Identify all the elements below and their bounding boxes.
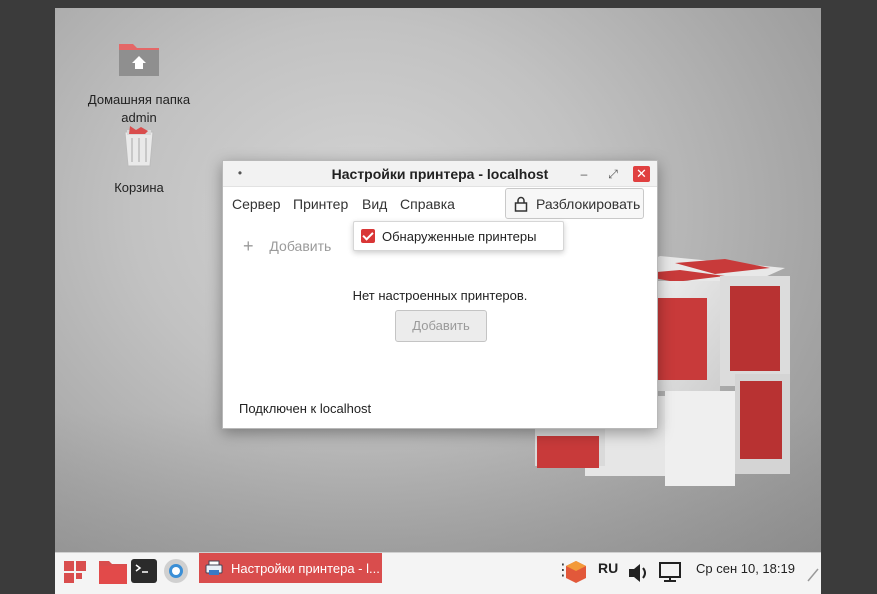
home-icon-label: Домашняя папка <box>87 92 191 107</box>
taskbar-printer-settings[interactable]: Настройки принтера - l... <box>199 553 382 583</box>
view-menu-dropdown: Обнаруженные принтеры <box>353 221 564 251</box>
menubar: Сервер Принтер Вид Справка Разблокироват… <box>223 187 657 221</box>
minimize-icon[interactable]: – <box>575 165 593 183</box>
volume-icon[interactable] <box>627 558 651 588</box>
file-manager-icon[interactable] <box>98 556 128 586</box>
menu-server[interactable]: Сервер <box>232 196 281 212</box>
terminal-icon[interactable] <box>130 556 158 586</box>
menu-view[interactable]: Вид <box>362 196 387 212</box>
close-icon[interactable]: ✕ <box>633 166 650 182</box>
discovered-printers-checkbox[interactable] <box>361 229 375 243</box>
connection-status: Подключен к localhost <box>239 401 372 416</box>
keyboard-layout-indicator[interactable]: RU <box>598 560 618 576</box>
lock-icon <box>514 196 528 212</box>
menu-printer[interactable]: Принтер <box>293 196 348 212</box>
unlock-button-label: Разблокировать <box>536 195 641 212</box>
trash-icon-label: Корзина <box>114 180 164 195</box>
empty-message: Нет настроенных принтеров. <box>352 288 528 303</box>
window-titlebar[interactable]: • Настройки принтера - localhost – ⤢ ✕ <box>223 161 657 187</box>
plus-icon: + <box>243 236 254 256</box>
browser-icon[interactable] <box>162 556 190 586</box>
printer-icon <box>205 560 223 575</box>
clock[interactable]: Ср сен 10, 18:19 <box>696 561 795 576</box>
network-icon[interactable] <box>658 557 682 587</box>
desktop-icon-home[interactable]: Домашняя папка admin <box>79 34 199 127</box>
taskbar-task-label: Настройки принтера - l... <box>231 560 380 576</box>
home-folder-icon <box>119 44 159 76</box>
start-menu-icon[interactable] <box>63 557 87 587</box>
updates-icon[interactable] <box>565 557 587 587</box>
maximize-icon[interactable]: ⤢ <box>604 165 622 183</box>
desktop-icon-trash[interactable]: Корзина <box>79 122 199 197</box>
menu-help[interactable]: Справка <box>400 196 455 212</box>
toolbar-add-label: Добавить <box>269 238 332 254</box>
show-desktop-icon[interactable] <box>806 560 820 590</box>
add-printer-button[interactable]: Добавить <box>395 310 487 342</box>
taskbar: Настройки принтера - l... ⋮ RU Ср сен 10… <box>55 552 821 594</box>
toolbar-add-button[interactable]: + Добавить <box>243 236 331 257</box>
discovered-printers-item[interactable]: Обнаруженные принтеры <box>382 229 537 244</box>
trash-icon <box>124 126 154 167</box>
unlock-button[interactable]: Разблокировать <box>505 188 644 219</box>
printer-settings-window: • Настройки принтера - localhost – ⤢ ✕ С… <box>222 160 658 429</box>
